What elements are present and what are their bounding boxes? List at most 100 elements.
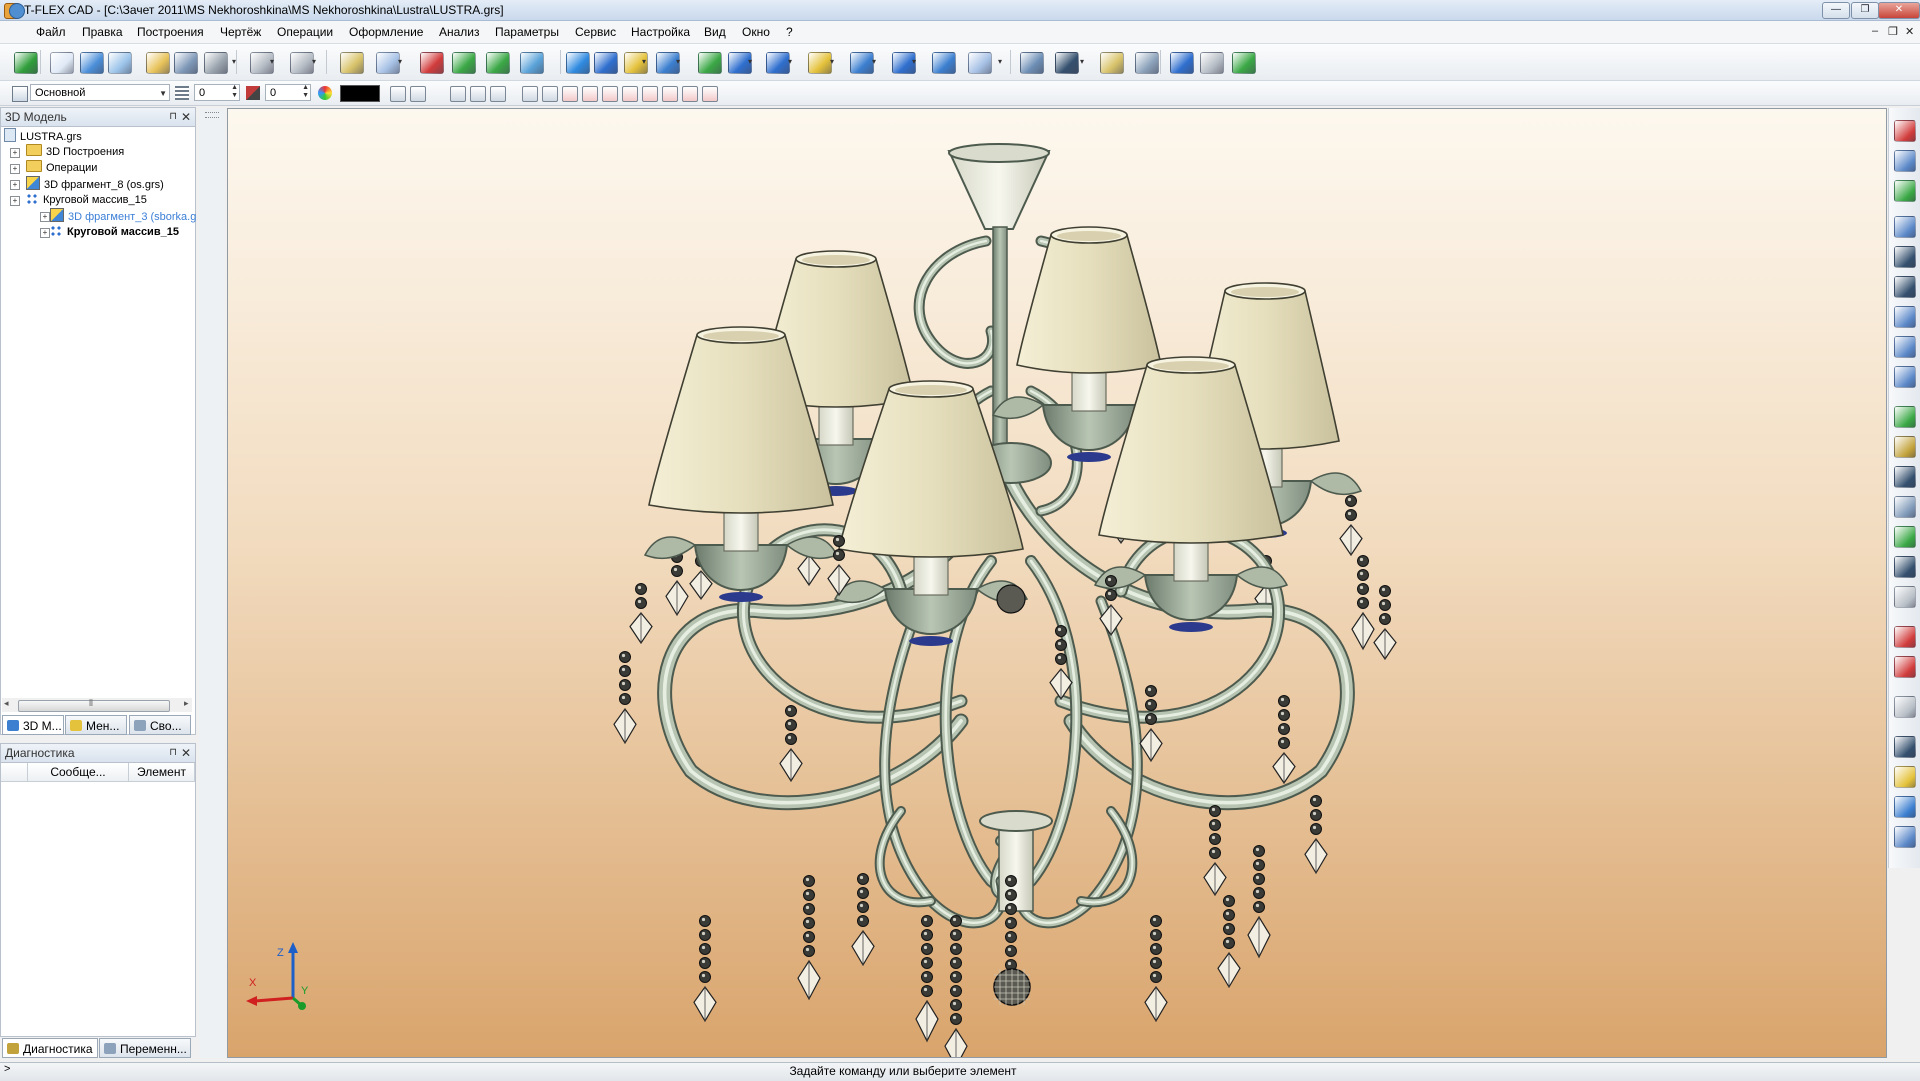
color-palette-icon[interactable]	[318, 86, 332, 100]
copy-icon[interactable]	[1232, 52, 1256, 74]
level-spinner[interactable]: 0 ▲ ▼	[194, 84, 240, 101]
tree-item[interactable]: LUSTRA.grs	[4, 128, 82, 144]
tree-item[interactable]: 3D фрагмент_8 (os.grs)	[26, 176, 164, 192]
new-drawing-icon[interactable]	[108, 52, 132, 74]
check-icon[interactable]	[1894, 626, 1916, 648]
diag-column-message[interactable]: Сообще...	[28, 763, 129, 782]
dropdown-arrow-icon[interactable]: ▾	[912, 57, 916, 66]
rotate-view-icon[interactable]	[1894, 406, 1916, 428]
dropdown-arrow-icon[interactable]: ▾	[788, 57, 792, 66]
model-tab-2[interactable]: Сво...	[129, 715, 191, 735]
render-icon[interactable]	[1020, 52, 1044, 74]
minimize-button[interactable]: —	[1822, 2, 1850, 19]
pin-icon[interactable]: ⊓	[169, 108, 177, 126]
new-3d-icon[interactable]	[80, 52, 104, 74]
dropdown-arrow-icon[interactable]: ▾	[830, 57, 834, 66]
3d-node-icon[interactable]	[520, 52, 544, 74]
line-width-icon[interactable]	[410, 86, 426, 102]
tree-item[interactable]: 3D фрагмент_3 (sborka.grs)	[50, 208, 196, 224]
mdi-restore-button[interactable]: ❐	[1888, 25, 1898, 38]
zoom-in-icon[interactable]	[1894, 306, 1916, 328]
menu-item-12[interactable]: ?	[784, 25, 795, 39]
filter-point-icon[interactable]	[490, 86, 506, 102]
select-edge-icon[interactable]	[582, 86, 598, 102]
menu-item-9[interactable]: Настройка	[629, 25, 692, 39]
view-front-icon[interactable]	[1894, 526, 1916, 548]
save-icon[interactable]	[174, 52, 198, 74]
tree-item[interactable]: Операции	[26, 160, 97, 176]
rotate-icon[interactable]	[594, 52, 618, 74]
zoom-window-icon[interactable]	[1894, 216, 1916, 238]
dropdown-arrow-icon[interactable]: ▾	[676, 57, 680, 66]
check-all-icon[interactable]	[1894, 656, 1916, 678]
walk-icon[interactable]	[1894, 496, 1916, 518]
tree-item[interactable]: 3D Построения	[26, 144, 124, 160]
expand-icon[interactable]: +	[10, 180, 20, 190]
select-sketch-icon[interactable]	[662, 86, 678, 102]
diag-column-icon[interactable]	[1, 763, 28, 782]
expand-icon[interactable]: +	[40, 228, 50, 238]
mdi-close-button[interactable]: ✕	[1905, 25, 1914, 38]
dropdown-arrow-icon[interactable]: ▾	[270, 57, 274, 66]
snap-icon[interactable]	[450, 86, 466, 102]
frame-icon[interactable]	[1894, 826, 1916, 848]
diag-column-element[interactable]: Элемент	[129, 763, 195, 782]
dropdown-arrow-icon[interactable]: ▾	[1080, 57, 1084, 66]
pan-view-icon[interactable]	[1894, 436, 1916, 458]
close-button[interactable]: ✕	[1878, 2, 1920, 19]
spin-arrows-icon[interactable]: ▲ ▼	[231, 84, 238, 100]
loft-icon[interactable]	[698, 52, 722, 74]
open-icon[interactable]	[146, 52, 170, 74]
chandelier-model[interactable]: Z X Y	[228, 109, 1886, 1057]
fragment-icon[interactable]	[808, 52, 832, 74]
tree-item[interactable]: Круговой массив_15	[50, 224, 179, 240]
array-icon[interactable]	[766, 52, 790, 74]
select-op-icon[interactable]	[642, 86, 658, 102]
report-icon[interactable]	[1100, 52, 1124, 74]
panel-close-icon[interactable]: ✕	[181, 108, 191, 126]
restore-button[interactable]: ❐	[1851, 2, 1879, 19]
menu-item-1[interactable]: Правка	[80, 25, 125, 39]
redo-icon[interactable]	[290, 52, 314, 74]
expand-icon[interactable]: +	[40, 212, 50, 222]
menu-item-6[interactable]: Анализ	[437, 25, 482, 39]
select-all-icon[interactable]	[682, 86, 698, 102]
dropdown-arrow-icon[interactable]: ▾	[998, 57, 1002, 66]
diag-tab-1[interactable]: Переменн...	[99, 1038, 191, 1058]
menu-item-3[interactable]: Чертёж	[218, 25, 263, 39]
body-icon[interactable]	[932, 52, 956, 74]
link-icon[interactable]	[1170, 52, 1194, 74]
apply-icon[interactable]	[14, 52, 38, 74]
zoom-prev-icon[interactable]	[1894, 366, 1916, 388]
menu-item-4[interactable]: Операции	[275, 25, 335, 39]
dimension-icon[interactable]	[1055, 52, 1079, 74]
filter-line-icon[interactable]	[522, 86, 538, 102]
textures-icon[interactable]	[1894, 796, 1916, 818]
dropdown-arrow-icon[interactable]: ▾	[312, 57, 316, 66]
line-style-icon[interactable]	[390, 86, 406, 102]
select-vertex-icon[interactable]	[602, 86, 618, 102]
expand-icon[interactable]: +	[10, 164, 20, 174]
3d-viewport[interactable]: Z X Y	[227, 108, 1887, 1058]
menu-item-7[interactable]: Параметры	[493, 25, 561, 39]
calc-icon[interactable]	[1135, 52, 1159, 74]
diag-tab-0[interactable]: Диагностика	[2, 1038, 98, 1058]
pin-icon[interactable]: ⊓	[169, 744, 177, 762]
workplane-icon[interactable]	[376, 52, 400, 74]
filter-arc-icon[interactable]	[542, 86, 558, 102]
menu-item-2[interactable]: Построения	[135, 25, 206, 39]
select-face-icon[interactable]	[562, 86, 578, 102]
zoom-all-icon[interactable]	[1894, 246, 1916, 268]
print-icon[interactable]	[204, 52, 228, 74]
profile-icon[interactable]	[452, 52, 476, 74]
extrude-icon[interactable]	[566, 52, 590, 74]
scroll-left-icon[interactable]: ◂	[4, 698, 9, 709]
section-icon[interactable]	[850, 52, 874, 74]
hidden-lines-icon[interactable]	[1894, 696, 1916, 718]
node-icon[interactable]	[486, 52, 510, 74]
move-icon[interactable]	[1200, 52, 1224, 74]
zoom-fit-icon[interactable]	[1894, 276, 1916, 298]
select-body-icon[interactable]	[622, 86, 638, 102]
dropdown-arrow-icon[interactable]: ▾	[398, 57, 402, 66]
model-tab-0[interactable]: 3D М...	[2, 715, 64, 735]
